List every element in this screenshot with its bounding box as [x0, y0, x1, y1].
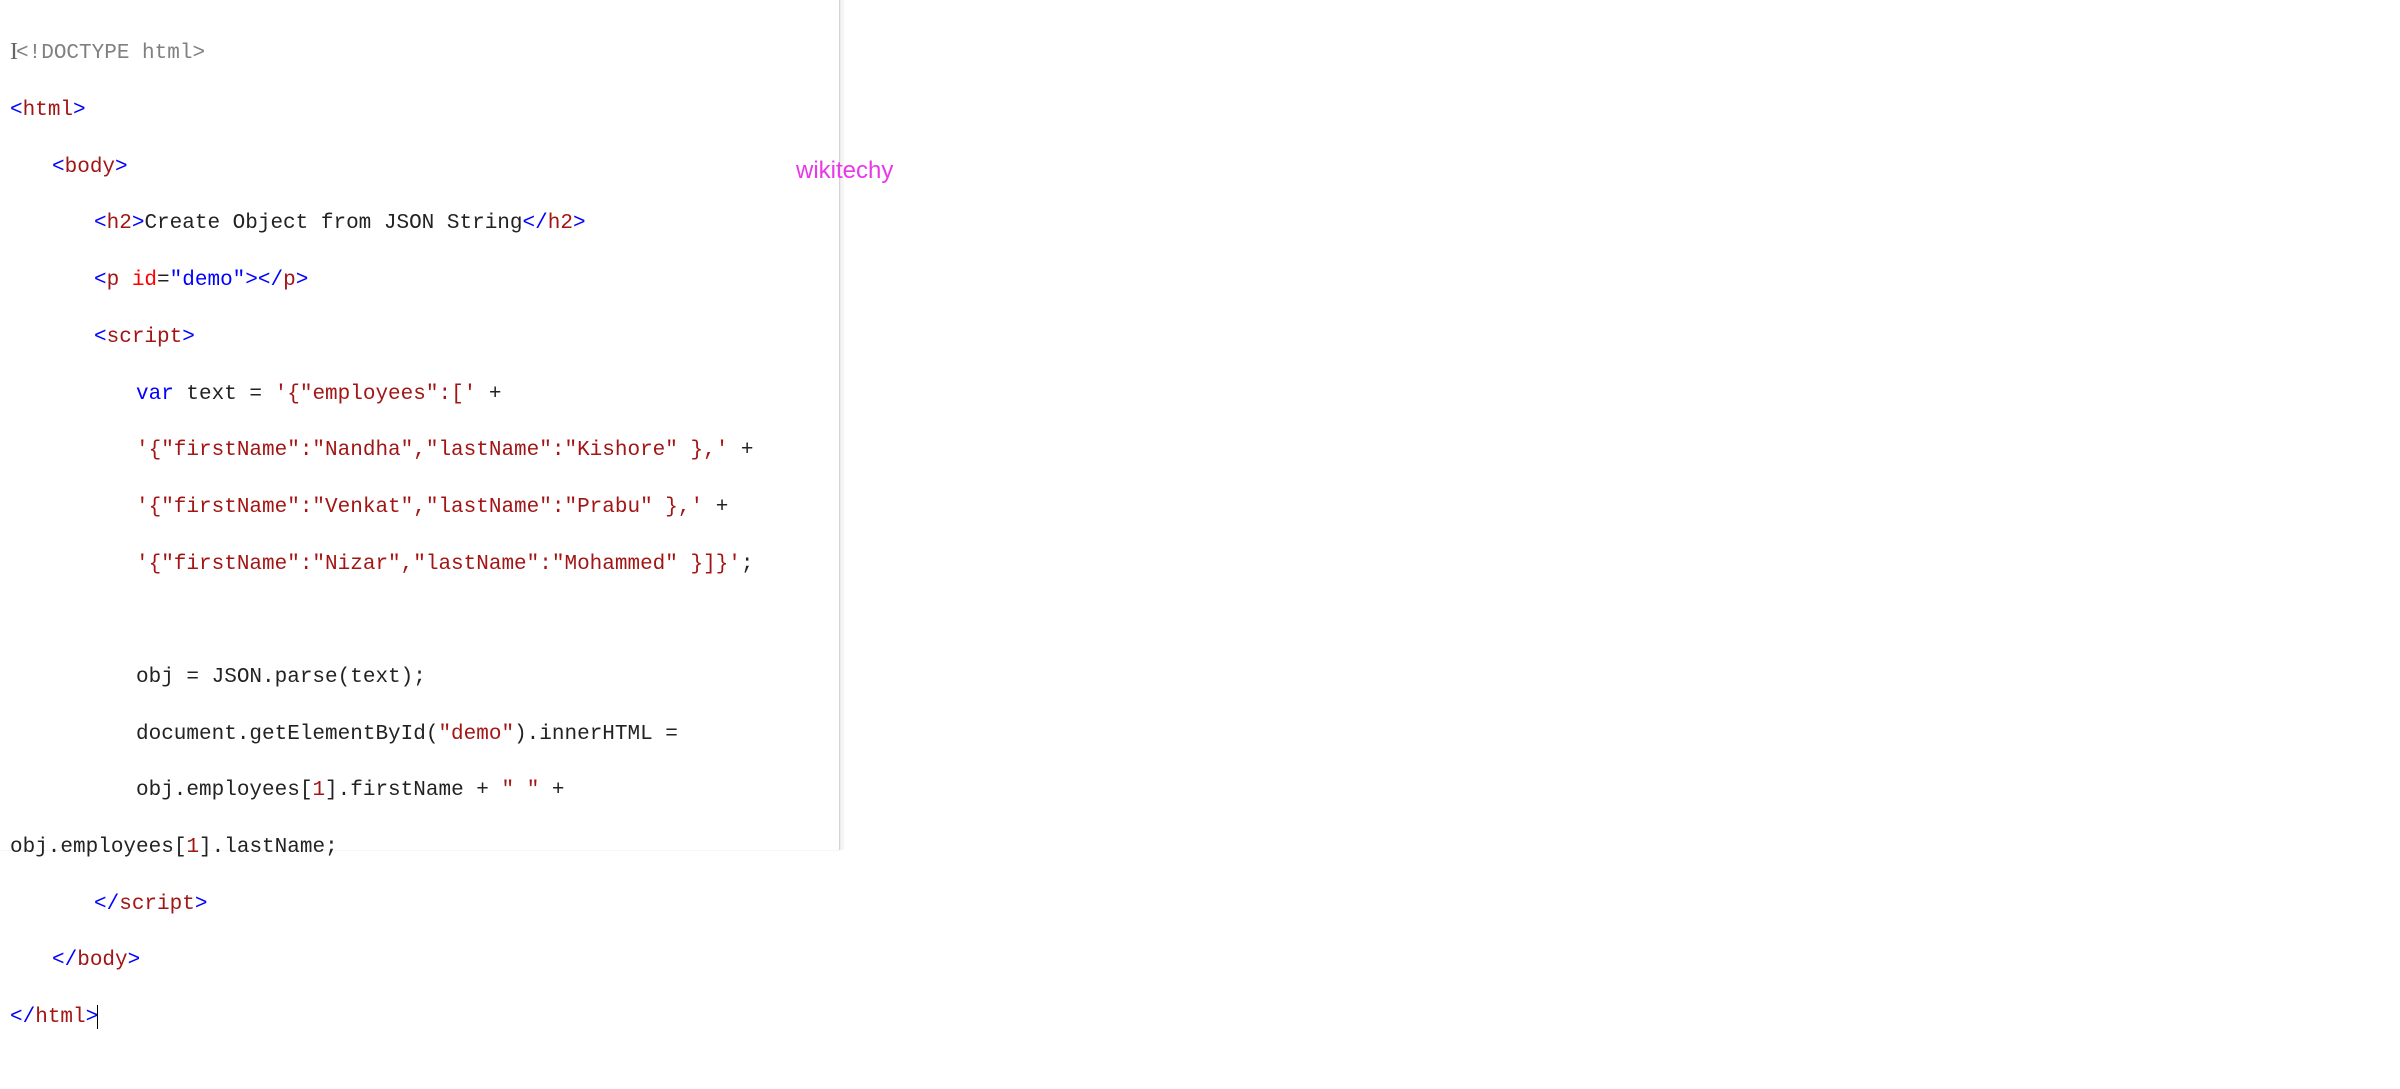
angle-close: >: [296, 269, 309, 292]
semicolon: ;: [741, 553, 754, 576]
dom-call-b: ).innerHTML =: [514, 723, 678, 746]
emp-access-a: obj.employees[: [136, 779, 312, 802]
doctype-rest: html: [129, 42, 192, 65]
tag-html: html: [23, 99, 73, 122]
angle-close-open: </: [523, 212, 548, 235]
code-line: <html>: [10, 97, 829, 125]
code-line: obj.employees[1].firstName + " " +: [10, 777, 829, 805]
code-line: '{"firstName":"Venkat","lastName":"Prabu…: [10, 494, 829, 522]
string-demo: "demo": [438, 723, 514, 746]
space: [119, 269, 132, 292]
plus-tail: +: [539, 779, 564, 802]
angle-close: >: [73, 99, 86, 122]
doctype-close: >: [192, 42, 205, 65]
plus-op: +: [476, 383, 501, 406]
equals: =: [157, 269, 170, 292]
angle-open: <: [94, 269, 107, 292]
code-line: <p id="demo"></p>: [10, 267, 829, 295]
string-literal: '{"firstName":"Venkat","lastName":"Prabu…: [136, 496, 703, 519]
angle-close-open: </: [52, 949, 77, 972]
angle-close: >: [182, 326, 195, 349]
tag-body-close: body: [77, 949, 127, 972]
emp-last-a: obj.employees[: [10, 836, 186, 859]
angle-close: >: [128, 949, 141, 972]
angle-close-open: </: [94, 893, 119, 916]
angle-open: <: [10, 99, 23, 122]
plus-op: +: [703, 496, 728, 519]
tag-h2: h2: [107, 212, 132, 235]
tag-script: script: [107, 326, 183, 349]
tag-h2-close: h2: [548, 212, 573, 235]
attr-value-demo: "demo": [170, 269, 246, 292]
code-line: obj.employees[1].lastName;: [10, 834, 829, 862]
angle-close: >: [115, 156, 128, 179]
code-line-blank: [10, 607, 829, 635]
string-literal: '{"firstName":"Nandha","lastName":"Kisho…: [136, 439, 728, 462]
emp-access-b: ].firstName +: [325, 779, 501, 802]
doctype-text: DOCTYPE: [41, 42, 129, 65]
code-line: </html>: [10, 1004, 829, 1032]
angle-close-open: </: [258, 269, 283, 292]
angle-close: >: [573, 212, 586, 235]
editor-layout: I<!DOCTYPE html> <html> <body> <h2>Creat…: [0, 0, 2400, 850]
caret-icon: [97, 1005, 98, 1029]
emp-last-b: ].lastName;: [199, 836, 338, 859]
code-line: var text = '{"employees":[' +: [10, 381, 829, 409]
plus-op: +: [728, 439, 753, 462]
code-line: <body>: [10, 154, 829, 182]
angle-close: >: [195, 893, 208, 916]
attr-id: id: [132, 269, 157, 292]
code-line: document.getElementById("demo").innerHTM…: [10, 721, 829, 749]
angle-close-open: </: [10, 1006, 35, 1029]
dom-call-a: document.getElementById(: [136, 723, 438, 746]
code-line: <h2>Create Object from JSON String</h2>: [10, 210, 829, 238]
tag-script-close: script: [119, 893, 195, 916]
code-line: I<!DOCTYPE html>: [10, 36, 829, 68]
tag-html-close: html: [35, 1006, 85, 1029]
angle-close: >: [245, 269, 258, 292]
code-line: <script>: [10, 324, 829, 352]
code-line: obj = JSON.parse(text);: [10, 664, 829, 692]
string-literal: '{"employees":[': [275, 383, 477, 406]
code-line: </body>: [10, 947, 829, 975]
code-line: '{"firstName":"Nizar","lastName":"Mohamm…: [10, 551, 829, 579]
tag-p: p: [107, 269, 120, 292]
angle-close: >: [132, 212, 145, 235]
code-line: '{"firstName":"Nandha","lastName":"Kisho…: [10, 437, 829, 465]
var-decl: text =: [174, 383, 275, 406]
tag-p-close: p: [283, 269, 296, 292]
parse-call: obj = JSON.parse(text);: [136, 666, 426, 689]
index-one: 1: [186, 836, 199, 859]
string-literal: '{"firstName":"Nizar","lastName":"Mohamm…: [136, 553, 741, 576]
angle-open: <: [52, 156, 65, 179]
angle-open: <: [94, 212, 107, 235]
code-line: </script>: [10, 891, 829, 919]
index-one: 1: [312, 779, 325, 802]
tag-body: body: [65, 156, 115, 179]
watermark-label: wikitechy: [796, 155, 893, 187]
preview-pane: [840, 0, 2400, 850]
heading-text: Create Object from JSON String: [144, 212, 522, 235]
string-space: " ": [501, 779, 539, 802]
keyword-var: var: [136, 383, 174, 406]
code-editor-pane[interactable]: I<!DOCTYPE html> <html> <body> <h2>Creat…: [0, 0, 840, 850]
angle-open: <: [94, 326, 107, 349]
doctype-open: <!: [16, 42, 41, 65]
